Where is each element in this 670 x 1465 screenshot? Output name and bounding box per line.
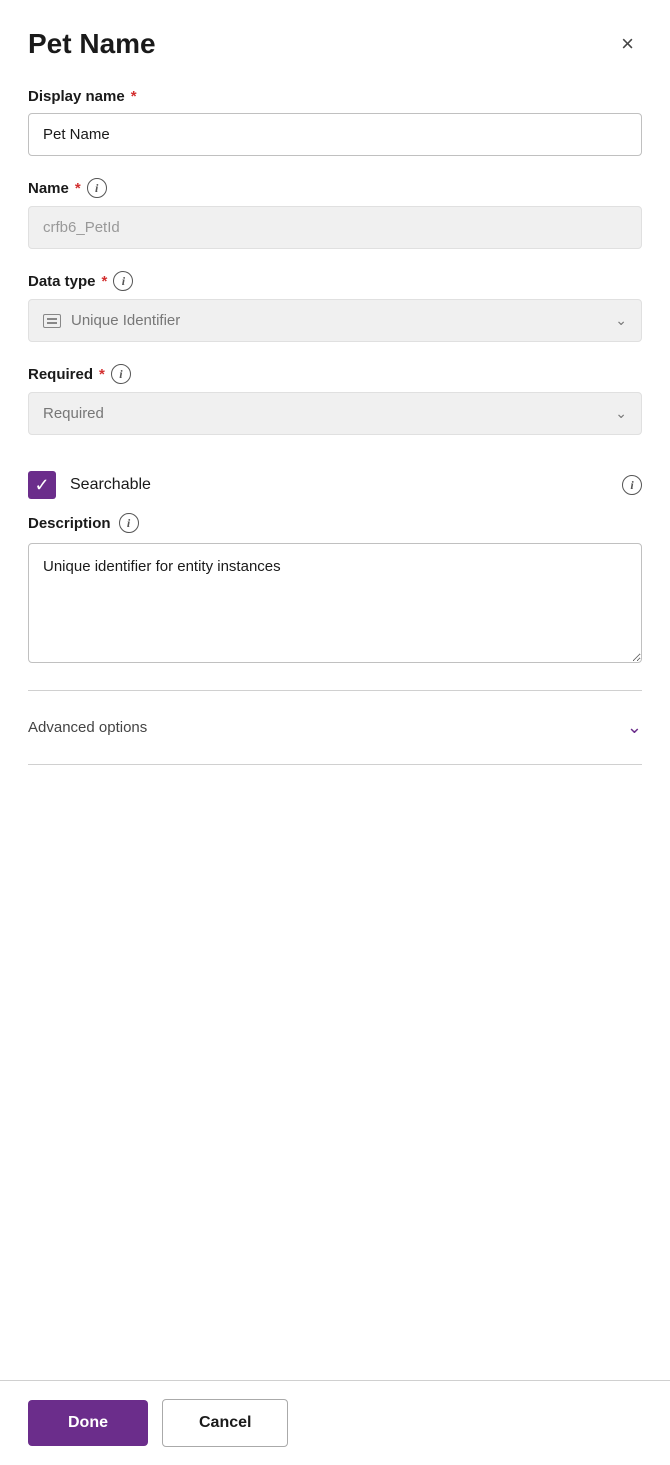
data-type-label-text: Data type — [28, 273, 96, 290]
data-type-select[interactable]: Unique Identifier ⌄ — [28, 299, 642, 342]
name-label-text: Name — [28, 180, 69, 197]
searchable-label: Searchable — [70, 476, 608, 494]
required-value: Required — [43, 405, 104, 422]
advanced-options-chevron-icon: ⌄ — [627, 717, 642, 738]
display-name-group: Display name * — [28, 88, 642, 156]
checkmark-icon: ✓ — [34, 476, 49, 494]
description-info-icon[interactable]: i — [119, 513, 139, 533]
panel-content: Pet Name × Display name * Name * i crfb6… — [0, 0, 670, 1380]
close-button[interactable]: × — [613, 29, 642, 59]
advanced-options-row[interactable]: Advanced options ⌄ — [28, 701, 642, 754]
advanced-options-label: Advanced options — [28, 719, 147, 736]
data-type-value: Unique Identifier — [71, 312, 180, 329]
description-textarea[interactable]: Unique identifier for entity instances — [28, 543, 642, 663]
display-name-label: Display name * — [28, 88, 642, 105]
required-label: Required * i — [28, 364, 642, 384]
required-group: Required * i Required ⌄ — [28, 364, 642, 435]
description-label-text: Description — [28, 515, 111, 532]
data-type-info-icon[interactable]: i — [113, 271, 133, 291]
name-readonly-field: crfb6_PetId — [28, 206, 642, 249]
searchable-info-icon[interactable]: i — [622, 475, 642, 495]
name-required-star: * — [75, 180, 81, 197]
data-type-select-left: Unique Identifier — [43, 312, 180, 329]
name-label: Name * i — [28, 178, 642, 198]
cancel-button[interactable]: Cancel — [162, 1399, 288, 1447]
searchable-checkbox[interactable]: ✓ — [28, 471, 56, 499]
data-type-group: Data type * i Unique Identifier ⌄ — [28, 271, 642, 342]
data-type-label: Data type * i — [28, 271, 642, 291]
display-name-required-star: * — [131, 88, 137, 105]
required-chevron-icon: ⌄ — [615, 405, 627, 422]
panel: Pet Name × Display name * Name * i crfb6… — [0, 0, 670, 1465]
divider-top — [28, 690, 642, 691]
name-group: Name * i crfb6_PetId — [28, 178, 642, 249]
unique-identifier-icon — [43, 314, 61, 328]
done-button[interactable]: Done — [28, 1400, 148, 1446]
display-name-label-text: Display name — [28, 88, 125, 105]
display-name-input[interactable] — [28, 113, 642, 156]
data-type-chevron-icon: ⌄ — [615, 312, 627, 329]
required-required-star: * — [99, 366, 105, 383]
description-label-row: Description i — [28, 513, 642, 533]
data-type-required-star: * — [102, 273, 108, 290]
required-select[interactable]: Required ⌄ — [28, 392, 642, 435]
description-group: Description i Unique identifier for enti… — [28, 513, 642, 668]
divider-bottom — [28, 764, 642, 765]
searchable-row: ✓ Searchable i — [28, 457, 642, 513]
required-label-text: Required — [28, 366, 93, 383]
panel-title: Pet Name — [28, 28, 156, 60]
required-select-left: Required — [43, 405, 104, 422]
required-info-icon[interactable]: i — [111, 364, 131, 384]
name-info-icon[interactable]: i — [87, 178, 107, 198]
panel-footer: Done Cancel — [0, 1380, 670, 1465]
panel-header: Pet Name × — [28, 28, 642, 60]
